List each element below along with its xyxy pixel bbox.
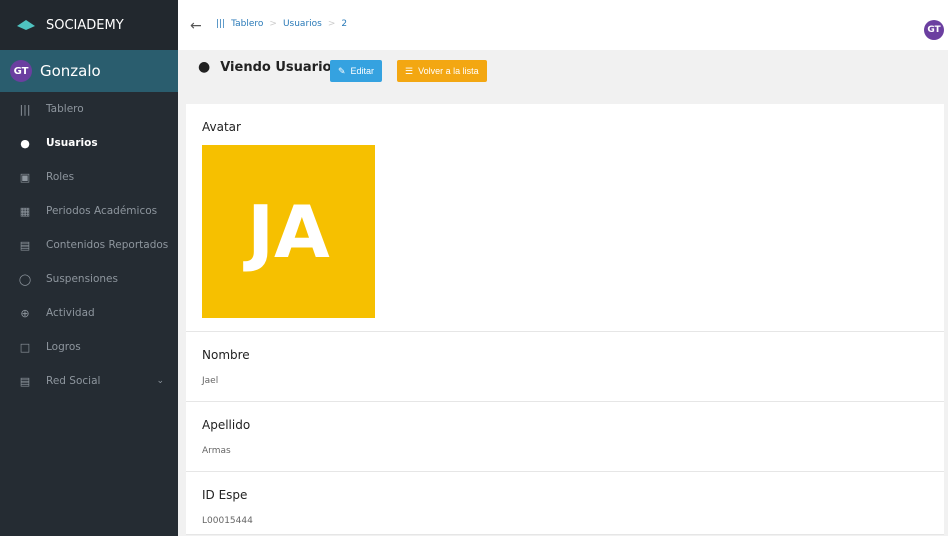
sidebar-item-label: Roles (46, 171, 75, 183)
id-espe-card: ID Espe L00015444 (186, 472, 944, 535)
social-icon: ▤ (19, 374, 31, 388)
sidebar-item-label: Red Social (46, 375, 101, 387)
app-name: SOCIADEMY (46, 17, 124, 33)
sidebar-nav: ||| Tablero ● Usuarios ▣ Roles ▦ Periodo… (0, 92, 178, 398)
list-icon: ☰ (405, 65, 414, 76)
avatar: GT (10, 60, 32, 82)
user-icon: ● (20, 136, 30, 150)
breadcrumb-separator: > (327, 19, 336, 29)
field-label: Avatar (202, 120, 241, 134)
sidebar-item-label: Tablero (46, 103, 84, 115)
sidebar-item-suspensiones[interactable]: ◯ Suspensiones (0, 262, 178, 296)
sidebar-item-label: Suspensiones (46, 273, 118, 285)
lock-icon: ▣ (19, 170, 31, 184)
breadcrumb-item-current: 2 (341, 19, 348, 29)
breadcrumb: ||| Tablero > Usuarios > 2 (216, 19, 347, 29)
field-value: Armas (202, 446, 231, 456)
apellido-card: Apellido Armas (186, 402, 944, 472)
sidebar-item-label: Contenidos Reportados (46, 239, 169, 251)
sidebar-item-logros[interactable]: □ Logros (0, 330, 178, 364)
graduation-cap-logo-icon (17, 20, 35, 30)
avatar-image: JA (202, 145, 375, 318)
chevron-down-icon: ⌄ (156, 376, 164, 386)
activity-icon: ⊕ (20, 306, 30, 320)
sidebar-item-roles[interactable]: ▣ Roles (0, 160, 178, 194)
sidebar-item-contenidos[interactable]: ▤ Contenidos Reportados (0, 228, 178, 262)
sidebar-item-label: Usuarios (46, 137, 98, 149)
back-to-list-label: Volver a la lista (418, 66, 479, 76)
sidebar: SOCIADEMY GT Gonzalo ||| Tablero ● Usuar… (0, 0, 178, 536)
sidebar-item-label: Actividad (46, 307, 95, 319)
edit-button[interactable]: ✎ Editar (330, 60, 383, 82)
sidebar-item-label: Logros (46, 341, 81, 353)
avatar-card: Avatar JA (186, 104, 944, 332)
breadcrumb-item-tablero[interactable]: Tablero (231, 19, 263, 29)
user-details: Avatar JA Nombre Jael Apellido Armas ID … (186, 104, 944, 535)
breadcrumb-item-usuarios[interactable]: Usuarios (283, 19, 322, 29)
back-to-list-button[interactable]: ☰ Volver a la lista (397, 60, 487, 82)
field-label: ID Espe (202, 488, 248, 502)
page-header: ● Viendo Usuario ✎ Editar ☰ Volver a la … (178, 50, 948, 100)
edit-button-label: Editar (350, 66, 375, 76)
user-profile[interactable]: GT Gonzalo (0, 50, 178, 92)
sidebar-item-usuarios[interactable]: ● Usuarios (0, 126, 178, 160)
back-arrow-icon[interactable]: ← (190, 18, 202, 34)
user-icon: ● (198, 59, 211, 75)
field-label: Nombre (202, 348, 250, 362)
breadcrumb-separator: > (269, 19, 277, 29)
suspension-icon: ◯ (18, 272, 32, 286)
user-avatar[interactable]: GT (924, 20, 944, 40)
report-icon: ▤ (19, 238, 31, 252)
field-value: L00015444 (202, 516, 253, 526)
user-name: Gonzalo (40, 62, 101, 80)
achievement-icon: □ (19, 340, 31, 354)
field-value: Jael (202, 376, 219, 386)
calendar-icon: ▦ (19, 204, 31, 218)
sidebar-item-periodos[interactable]: ▦ Periodos Académicos (0, 194, 178, 228)
brand[interactable]: SOCIADEMY (0, 0, 178, 50)
pencil-icon: ✎ (338, 65, 346, 76)
top-bar: ← ||| Tablero > Usuarios > 2 GT (178, 0, 948, 50)
sidebar-item-label: Periodos Académicos (46, 205, 158, 217)
nombre-card: Nombre Jael (186, 332, 944, 402)
sidebar-item-actividad[interactable]: ⊕ Actividad (0, 296, 178, 330)
sidebar-item-tablero[interactable]: ||| Tablero (0, 92, 178, 126)
sidebar-item-red-social[interactable]: ▤ Red Social ⌄ (0, 364, 178, 398)
dashboard-icon: ||| (216, 19, 226, 29)
page-title-text: Viendo Usuario (220, 59, 332, 75)
field-label: Apellido (202, 418, 251, 432)
page-title: ● Viendo Usuario (198, 59, 331, 75)
dashboard-icon: ||| (19, 102, 31, 116)
